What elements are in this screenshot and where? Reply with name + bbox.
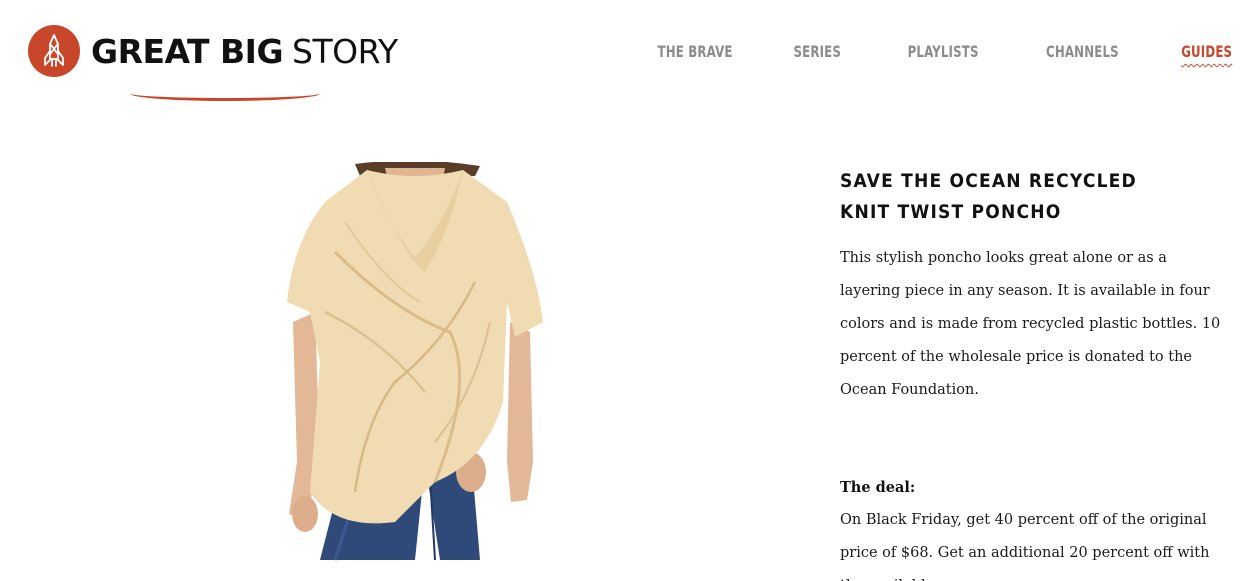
poncho-photo (287, 160, 543, 561)
nav-item-playlists[interactable]: PLAYLISTS (908, 42, 979, 61)
deal-heading: The deal: (840, 479, 916, 496)
product-description: This stylish poncho looks great alone or… (840, 250, 1221, 398)
site-logo[interactable]: GREAT BIG STORY (28, 25, 398, 77)
logo-wordmark: GREAT BIG STORY (91, 32, 398, 71)
main-nav: THE BRAVE SERIES PLAYLISTS CHANNELS GUID… (590, 42, 1232, 61)
product-details: SAVE THE OCEAN RECYCLED KNIT TWIST PONCH… (840, 166, 1230, 581)
nav-item-channels[interactable]: CHANNELS (1046, 42, 1119, 61)
product-image (275, 160, 550, 562)
decorative-swoosh (130, 86, 320, 101)
product-title: SAVE THE OCEAN RECYCLED KNIT TWIST PONCH… (840, 170, 1137, 223)
nav-item-guides[interactable]: GUIDES (1181, 42, 1232, 61)
nav-item-series[interactable]: SERIES (794, 42, 842, 61)
logo-wordmark-bold: GREAT BIG (91, 31, 284, 71)
deal-text: On Black Friday, get 40 percent off of t… (840, 512, 1210, 581)
logo-wordmark-light: STORY (292, 31, 398, 71)
nav-item-the-brave[interactable]: THE BRAVE (657, 42, 732, 61)
site-header: GREAT BIG STORY THE BRAVE SERIES PLAYLIST… (0, 0, 1258, 101)
rocket-logo-icon (28, 25, 80, 77)
